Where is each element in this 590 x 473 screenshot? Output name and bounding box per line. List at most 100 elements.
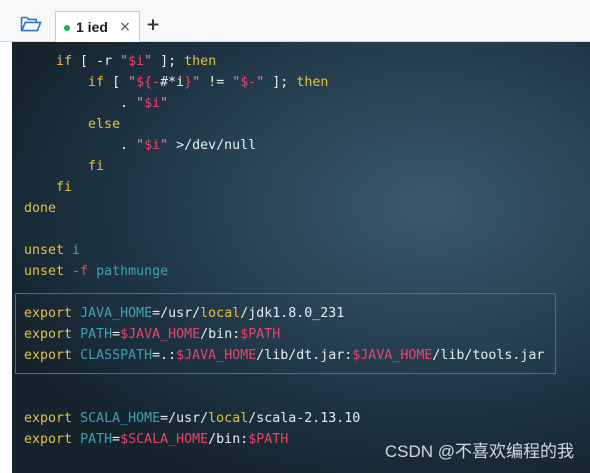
identifier-token: SCALA_HOME xyxy=(80,411,161,426)
close-icon[interactable]: × xyxy=(118,18,132,36)
terminal-line: . "$i" >/dev/null xyxy=(24,135,544,156)
terminal-window: 1 ied × + if [ -r "$i" ]; then if [ "${-… xyxy=(0,0,590,473)
variable-token: $JAVA_HOME xyxy=(352,348,433,363)
variable-token: $PATH xyxy=(248,432,289,447)
string-token: " xyxy=(120,54,129,69)
variable-token: $i xyxy=(144,96,161,111)
keyword-token: done xyxy=(24,201,57,216)
plain-token: [ xyxy=(104,75,129,90)
terminal-line: fi xyxy=(24,177,544,198)
string-token: " xyxy=(136,96,145,111)
option-token: -f xyxy=(72,264,89,279)
plain-token: /lib/tools.jar xyxy=(432,348,545,363)
keyword-token: fi xyxy=(88,159,105,174)
plain-token: >/dev/null xyxy=(168,138,257,153)
plain-token: =/usr/ xyxy=(152,306,201,321)
plain-token: /bin: xyxy=(200,327,241,342)
string-token: " xyxy=(136,138,145,153)
terminal-area[interactable]: if [ -r "$i" ]; then if [ "${-#*i}" != "… xyxy=(12,42,590,473)
identifier-token: i xyxy=(72,243,81,258)
plain-token: /jdk1.8.0_231 xyxy=(240,306,345,321)
terminal-line: export SCALA_HOME=/usr/local/scala-2.13.… xyxy=(24,408,544,429)
variable-token: $JAVA_HOME xyxy=(176,348,257,363)
keyword-token: if xyxy=(56,54,73,69)
plain-token: [ -r xyxy=(72,54,121,69)
keyword-token: else xyxy=(88,117,121,132)
terminal-line: if [ "${-#*i}" != "$-" ]; then xyxy=(24,72,544,93)
keyword-token: export xyxy=(24,348,73,363)
plain-token: #*i xyxy=(160,75,185,90)
identifier-token: JAVA_HOME xyxy=(80,306,153,321)
keyword-token: export xyxy=(24,327,73,342)
string-token: " xyxy=(192,75,201,90)
keyword-token: export xyxy=(24,306,73,321)
plain-token: ]; xyxy=(264,75,297,90)
tab-session-1[interactable]: 1 ied × xyxy=(55,11,140,42)
terminal-line: export PATH=$SCALA_HOME/bin:$PATH xyxy=(24,429,544,450)
plain-token: /scala-2.13.10 xyxy=(248,411,361,426)
keyword-token: local xyxy=(200,306,241,321)
variable-token: $PATH xyxy=(240,327,281,342)
plain-token: = xyxy=(112,432,121,447)
identifier-token: pathmunge xyxy=(96,264,169,279)
string-token: " xyxy=(144,54,153,69)
string-token: " xyxy=(128,75,137,90)
variable-token: $i xyxy=(128,54,145,69)
session-manager-button[interactable] xyxy=(17,12,45,36)
terminal-line: unset -f pathmunge xyxy=(24,261,544,282)
keyword-token: if xyxy=(88,75,105,90)
plain-token: ]; xyxy=(152,54,185,69)
terminal-line: else xyxy=(24,114,544,135)
keyword-token: then xyxy=(184,54,217,69)
terminal-line: unset i xyxy=(24,240,544,261)
terminal-line: export JAVA_HOME=/usr/local/jdk1.8.0_231 xyxy=(24,303,544,324)
variable-token: $JAVA_HOME xyxy=(120,327,201,342)
terminal-line: if [ -r "$i" ]; then xyxy=(24,51,544,72)
keyword-token: export xyxy=(24,432,73,447)
string-token: " xyxy=(160,96,169,111)
terminal-line: . "$i" xyxy=(24,93,544,114)
terminal-line: export PATH=$JAVA_HOME/bin:$PATH xyxy=(24,324,544,345)
plain-token: . xyxy=(24,96,137,111)
keyword-token: export xyxy=(24,411,73,426)
variable-token: $i xyxy=(144,138,161,153)
variable-token: $SCALA_HOME xyxy=(120,432,209,447)
tab-label: 1 ied xyxy=(76,19,108,35)
variable-token: ${- xyxy=(136,75,161,90)
variable-token: $- xyxy=(240,75,257,90)
keyword-token: unset xyxy=(24,243,65,258)
terminal-line: fi xyxy=(24,156,544,177)
identifier-token: PATH xyxy=(80,432,113,447)
variable-token: } xyxy=(184,75,193,90)
plain-token: =.: xyxy=(152,348,177,363)
keyword-token: local xyxy=(208,411,249,426)
terminal-line: export CLASSPATH=.:$JAVA_HOME/lib/dt.jar… xyxy=(24,345,544,366)
status-dot-icon xyxy=(64,25,70,31)
terminal-output: if [ -r "$i" ]; then if [ "${-#*i}" != "… xyxy=(24,51,544,450)
tab-bar: 1 ied × + xyxy=(0,0,590,42)
plain-token: . xyxy=(24,138,137,153)
terminal-line: done xyxy=(24,198,544,219)
plain-token: /lib/dt.jar: xyxy=(256,348,353,363)
plus-icon[interactable]: + xyxy=(145,15,161,35)
identifier-token: CLASSPATH xyxy=(80,348,153,363)
plain-token: /bin: xyxy=(208,432,249,447)
plain-token: != xyxy=(200,75,233,90)
keyword-token: unset xyxy=(24,264,65,279)
plain-token: = xyxy=(112,327,121,342)
